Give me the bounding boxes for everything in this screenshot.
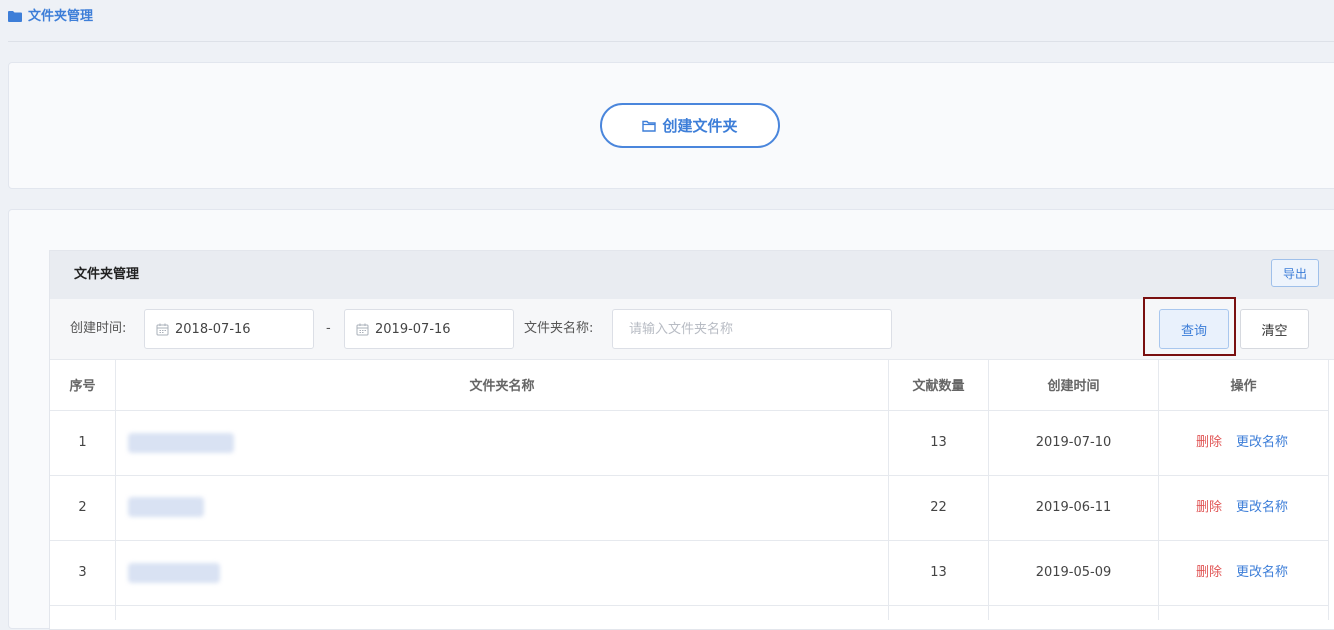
row-date: 2019-05-09 xyxy=(1035,565,1112,580)
page-header: 文件夹管理 xyxy=(8,0,1334,42)
delete-link[interactable]: 删除 xyxy=(1196,433,1222,453)
end-date-value: 2019-07-16 xyxy=(375,321,451,337)
rename-link[interactable]: 更改名称 xyxy=(1236,563,1288,583)
delete-link[interactable]: 删除 xyxy=(1196,498,1222,518)
row-count: 13 xyxy=(930,435,947,450)
column-header-created: 创建时间 xyxy=(1047,379,1100,394)
row-index: 3 xyxy=(78,565,87,580)
created-time-label: 创建时间: xyxy=(70,321,127,336)
delete-link[interactable]: 删除 xyxy=(1196,563,1222,583)
column-divider xyxy=(1158,360,1159,620)
folder-name-redacted[interactable] xyxy=(128,497,204,517)
column-divider xyxy=(115,360,116,620)
folder-icon xyxy=(8,11,22,22)
create-folder-label: 创建文件夹 xyxy=(662,117,738,135)
row-index: 2 xyxy=(78,500,87,515)
card-title: 文件夹管理 xyxy=(74,267,140,282)
row-divider xyxy=(50,475,1329,476)
calendar-icon xyxy=(356,323,369,335)
folder-name-redacted[interactable] xyxy=(128,563,220,583)
create-folder-button[interactable]: 创建文件夹 xyxy=(600,103,780,148)
row-count: 13 xyxy=(930,565,947,580)
row-divider xyxy=(50,410,1329,411)
calendar-icon xyxy=(156,323,169,335)
folder-name-input[interactable] xyxy=(612,309,892,349)
row-count: 22 xyxy=(930,500,947,515)
row-index: 1 xyxy=(78,435,87,450)
row-divider xyxy=(50,540,1329,541)
rename-link[interactable]: 更改名称 xyxy=(1236,433,1288,453)
column-header-count: 文献数量 xyxy=(912,379,965,394)
start-date-value: 2018-07-16 xyxy=(175,321,251,337)
highlight-box xyxy=(1143,297,1236,356)
row-date: 2019-07-10 xyxy=(1035,435,1112,450)
folder-outline-icon xyxy=(642,120,657,132)
rename-link[interactable]: 更改名称 xyxy=(1236,498,1288,518)
folder-name-redacted[interactable] xyxy=(128,433,234,453)
row-date: 2019-06-11 xyxy=(1035,500,1112,515)
column-header-actions: 操作 xyxy=(1230,379,1257,394)
row-divider xyxy=(50,605,1329,606)
page-title: 文件夹管理 xyxy=(28,9,94,24)
date-separator: - xyxy=(326,321,331,336)
export-button[interactable]: 导出 xyxy=(1271,259,1319,287)
column-header-name: 文件夹名称 xyxy=(469,379,535,394)
card-header xyxy=(50,251,1334,299)
column-divider xyxy=(1328,360,1329,620)
end-date-input[interactable]: 2019-07-16 xyxy=(344,309,514,349)
start-date-input[interactable]: 2018-07-16 xyxy=(144,309,314,349)
clear-button[interactable]: 清空 xyxy=(1240,309,1309,349)
folder-name-label: 文件夹名称: xyxy=(524,321,594,336)
column-header-index: 序号 xyxy=(69,379,96,394)
